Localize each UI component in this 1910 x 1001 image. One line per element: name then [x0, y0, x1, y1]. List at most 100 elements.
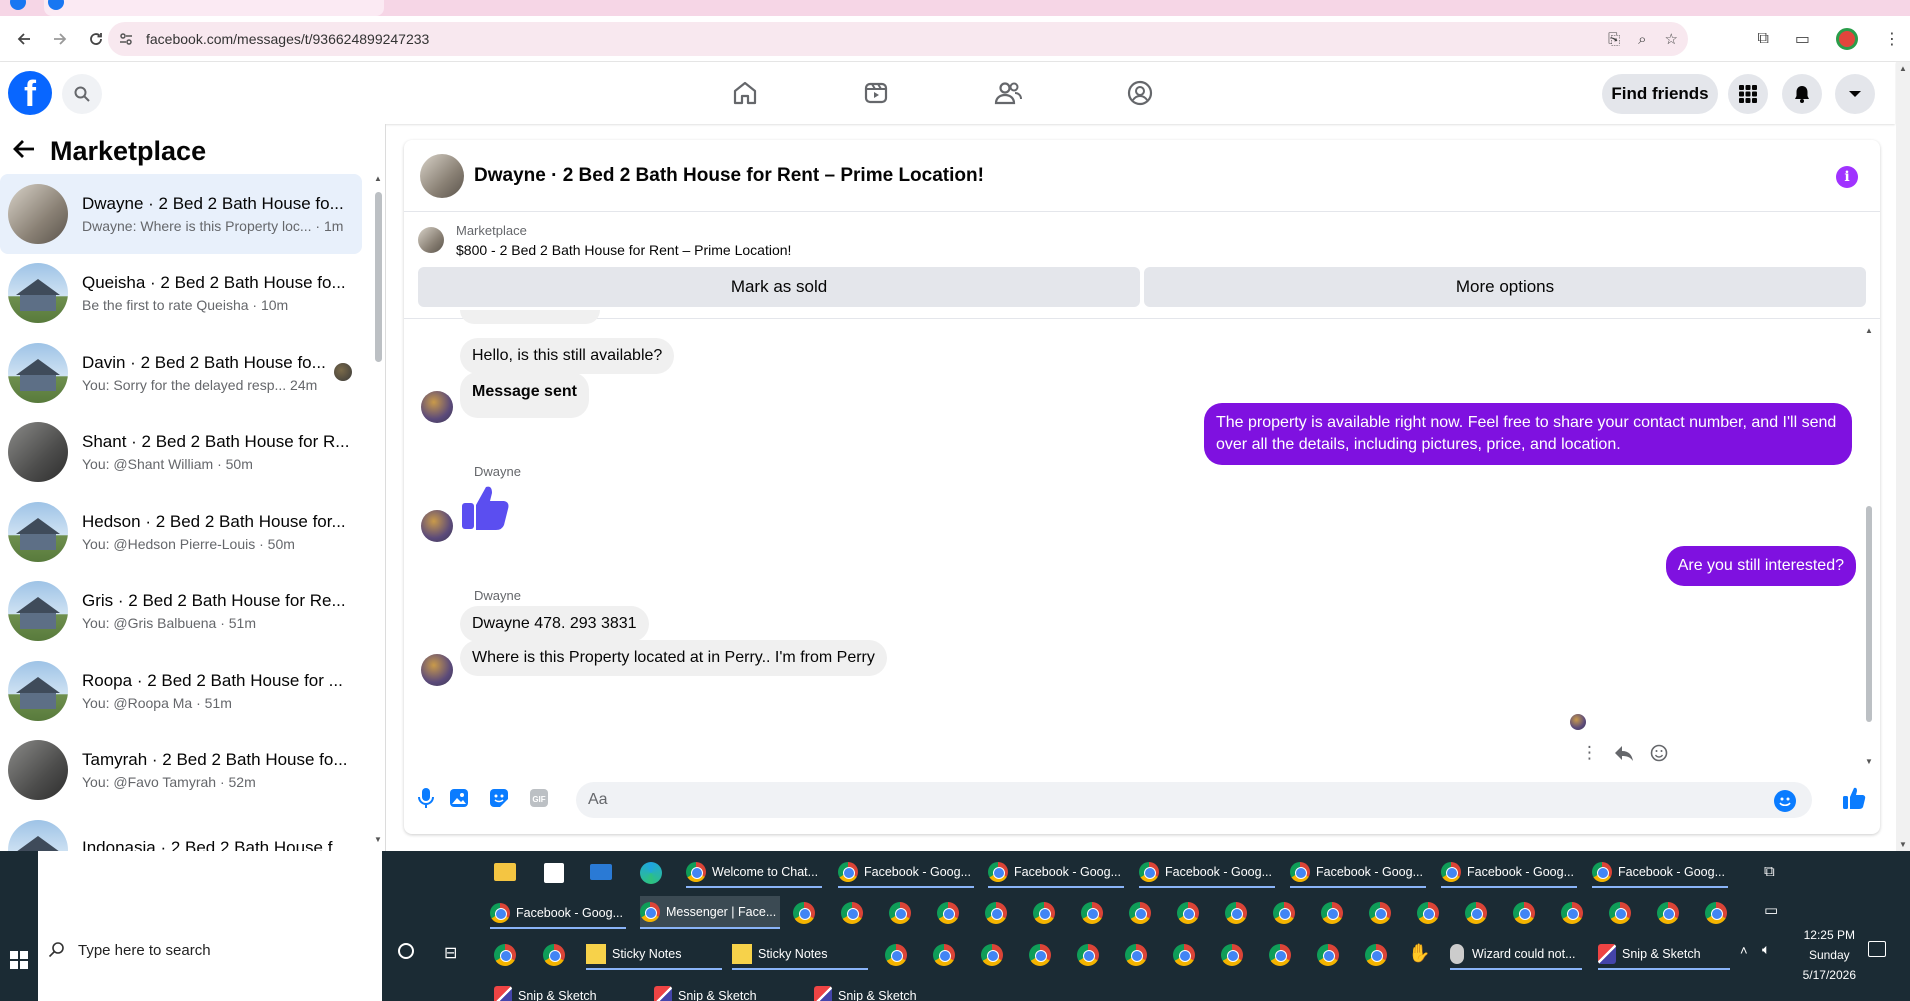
- back-arrow-icon[interactable]: [6, 21, 42, 57]
- message-bubble-outgoing[interactable]: Are you still interested?: [1665, 546, 1856, 586]
- more-vertical-icon[interactable]: ⋮: [1581, 743, 1598, 763]
- chrome-taskbar-icon[interactable]: [1225, 902, 1247, 924]
- sender-avatar[interactable]: [421, 510, 453, 542]
- reply-icon[interactable]: [1614, 744, 1634, 762]
- chrome-taskbar-icon[interactable]: [1125, 944, 1147, 966]
- microphone-icon[interactable]: [414, 786, 438, 810]
- thumbs-up-icon[interactable]: [460, 483, 510, 533]
- taskbar-search-box[interactable]: Type here to search: [38, 851, 382, 1001]
- taskbar-window[interactable]: Welcome to Chat...: [686, 858, 822, 888]
- chat-title[interactable]: Dwayne · 2 Bed 2 Bath House for Rent – P…: [474, 165, 984, 187]
- taskbar-window[interactable]: Sticky Notes: [586, 940, 722, 970]
- hand-app-icon[interactable]: ✋: [1408, 943, 1430, 964]
- windows-start-icon[interactable]: [0, 940, 38, 980]
- taskbar-window-active[interactable]: Messenger | Face...: [640, 896, 780, 929]
- find-friends-button[interactable]: Find friends: [1602, 74, 1718, 114]
- mail-icon[interactable]: [590, 864, 612, 880]
- conversation-item[interactable]: Dwayne · 2 Bed 2 Bath House fo... Dwayne:…: [0, 174, 362, 254]
- notification-center-icon[interactable]: [1868, 941, 1886, 957]
- chrome-taskbar-icon[interactable]: [1317, 944, 1339, 966]
- back-arrow-icon[interactable]: [12, 136, 36, 167]
- taskbar-window[interactable]: Facebook - Goog...: [490, 899, 626, 929]
- chrome-taskbar-icon[interactable]: [1173, 944, 1195, 966]
- taskbar-window[interactable]: Facebook - Goog...: [1441, 858, 1577, 888]
- screen-snip-icon[interactable]: ⧉: [1764, 863, 1775, 880]
- chrome-taskbar-icon[interactable]: [1609, 902, 1631, 924]
- display-icon[interactable]: ▭: [1764, 901, 1778, 919]
- scrollbar-thumb[interactable]: [375, 192, 382, 362]
- profile-avatar[interactable]: [1836, 28, 1858, 50]
- taskbar-clock[interactable]: 12:25 PM Sunday 5/17/2026: [1803, 925, 1856, 985]
- install-app-icon[interactable]: ⎘: [1608, 31, 1620, 48]
- groups-nav[interactable]: [1110, 72, 1170, 114]
- chrome-taskbar-icon[interactable]: [1273, 902, 1295, 924]
- notifications-button[interactable]: [1782, 74, 1822, 114]
- chrome-taskbar-icon[interactable]: [1177, 902, 1199, 924]
- taskbar-window[interactable]: Facebook - Goog...: [1592, 858, 1728, 888]
- conversation-item[interactable]: Indonasia · 2 Bed 2 Bath House f...: [0, 810, 362, 851]
- chrome-taskbar-icon[interactable]: [1129, 902, 1151, 924]
- file-explorer-icon[interactable]: [494, 863, 516, 881]
- sender-avatar[interactable]: [421, 654, 453, 686]
- photo-icon[interactable]: [447, 786, 471, 810]
- chrome-taskbar-icon[interactable]: [1705, 902, 1727, 924]
- message-bubble-incoming[interactable]: Hello, is this still available?: [460, 338, 675, 374]
- facebook-logo-icon[interactable]: f: [8, 71, 52, 115]
- conversation-list-scrollbar[interactable]: ▲ ▼: [374, 174, 382, 844]
- chrome-taskbar-icon[interactable]: [1033, 902, 1055, 924]
- taskbar-window[interactable]: Facebook - Goog...: [988, 858, 1124, 888]
- task-view-icon[interactable]: ⊟: [444, 943, 457, 963]
- friends-nav[interactable]: [978, 72, 1038, 114]
- taskbar-window[interactable]: Wizard could not...: [1450, 940, 1582, 970]
- chrome-taskbar-icon[interactable]: [933, 944, 955, 966]
- chrome-taskbar-icon[interactable]: [1321, 902, 1343, 924]
- extensions-icon[interactable]: ⧉: [1757, 30, 1768, 48]
- more-options-button[interactable]: More options: [1144, 267, 1866, 307]
- zoom-icon[interactable]: ⌕: [1638, 31, 1646, 48]
- message-bubble-incoming[interactable]: Message sent: [460, 372, 589, 418]
- taskbar-window[interactable]: Snip & Sketch: [1598, 940, 1730, 970]
- listing-title[interactable]: $800 - 2 Bed 2 Bath House for Rent – Pri…: [456, 242, 791, 258]
- chrome-taskbar-icon[interactable]: [1465, 902, 1487, 924]
- account-menu-button[interactable]: [1835, 74, 1875, 114]
- menu-grid-button[interactable]: [1728, 74, 1768, 114]
- conversation-item[interactable]: Shant · 2 Bed 2 Bath House for R... You: …: [0, 413, 362, 493]
- chrome-taskbar-icon[interactable]: [885, 944, 907, 966]
- gif-icon[interactable]: GIF: [527, 786, 551, 810]
- taskbar-window[interactable]: Facebook - Goog...: [838, 858, 974, 888]
- home-nav[interactable]: [715, 72, 775, 114]
- chrome-taskbar-icon[interactable]: [1365, 944, 1387, 966]
- chrome-taskbar-icon[interactable]: [1269, 944, 1291, 966]
- taskbar-window[interactable]: Snip & Sketch: [814, 981, 950, 1001]
- chrome-taskbar-icon[interactable]: [1513, 902, 1535, 924]
- chrome-taskbar-icon[interactable]: [1029, 944, 1051, 966]
- chrome-menu-icon[interactable]: ⋮: [1884, 29, 1900, 49]
- taskbar-window[interactable]: Sticky Notes: [732, 940, 868, 970]
- message-input[interactable]: Aa: [576, 782, 1812, 818]
- react-smiley-icon[interactable]: [1650, 744, 1668, 762]
- taskbar-window[interactable]: Snip & Sketch: [494, 981, 630, 1001]
- conversation-item[interactable]: Davin · 2 Bed 2 Bath House fo... You: Sor…: [0, 333, 362, 413]
- taskbar-window[interactable]: Snip & Sketch: [654, 981, 790, 1001]
- page-scrollbar[interactable]: ▲ ▼: [1896, 62, 1910, 851]
- facebook-tab-icon[interactable]: [10, 0, 26, 10]
- conversation-item[interactable]: Roopa · 2 Bed 2 Bath House for ... You: @…: [0, 651, 362, 731]
- message-bubble-outgoing[interactable]: The property is available right now. Fee…: [1204, 403, 1852, 465]
- search-button[interactable]: [62, 74, 102, 114]
- chrome-taskbar-icon[interactable]: [1561, 902, 1583, 924]
- watch-nav[interactable]: [846, 72, 906, 114]
- chrome-taskbar-icon[interactable]: [543, 944, 565, 966]
- conversation-item[interactable]: Tamyrah · 2 Bed 2 Bath House fo... You: @…: [0, 731, 362, 811]
- scrollbar-thumb[interactable]: [1866, 506, 1872, 722]
- chrome-taskbar-icon[interactable]: [793, 902, 815, 924]
- chat-avatar[interactable]: [420, 153, 464, 198]
- address-bar[interactable]: facebook.com/messages/t/936624899247233 …: [108, 22, 1688, 56]
- taskbar-window[interactable]: Facebook - Goog...: [1290, 858, 1426, 888]
- volume-icon[interactable]: 🔈︎: [1762, 941, 1770, 958]
- info-icon[interactable]: i: [1836, 166, 1858, 188]
- store-icon[interactable]: [544, 863, 564, 883]
- mark-as-sold-button[interactable]: Mark as sold: [418, 267, 1140, 307]
- url-text[interactable]: facebook.com/messages/t/936624899247233: [146, 31, 429, 47]
- chrome-taskbar-icon[interactable]: [841, 902, 863, 924]
- message-bubble-incoming[interactable]: Dwayne 478. 293 3831: [460, 606, 649, 642]
